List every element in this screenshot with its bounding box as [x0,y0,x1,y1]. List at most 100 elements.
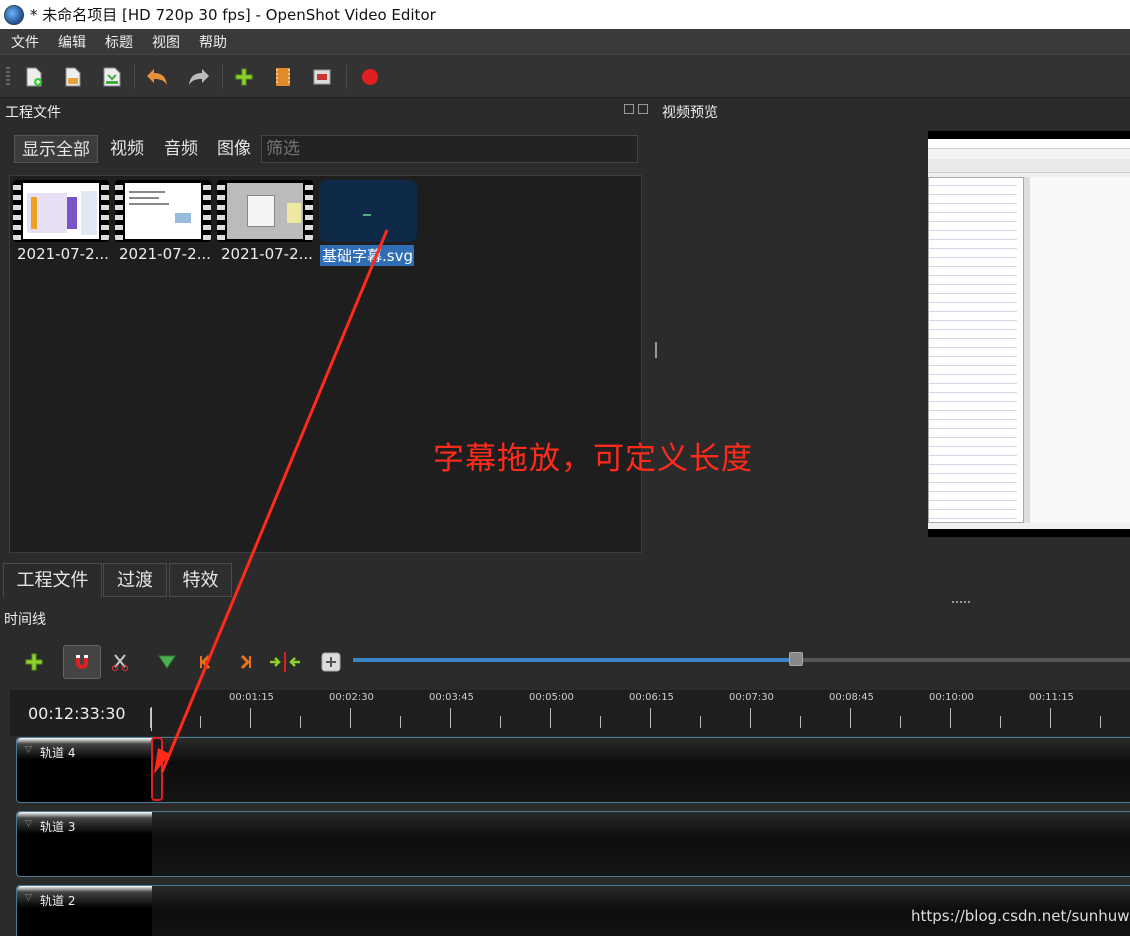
playhead-line[interactable] [151,707,152,731]
ruler-tick-label: 00:11:15 [1029,692,1074,703]
timeline-title: 时间线 [4,612,46,628]
main-toolbar [0,54,1130,98]
track-collapse-icon[interactable]: ▽ [25,819,32,829]
ruler-tick [600,716,601,728]
current-time-display: 00:12:33:30 [28,704,126,723]
ruler-tick [700,716,701,728]
menu-title[interactable]: 标题 [94,32,141,52]
new-project-icon[interactable] [21,64,47,90]
toolbar-separator [222,65,223,89]
zoom-slider-handle[interactable] [789,652,803,666]
title-bar: * 未命名项目 [HD 720p 30 fps] - OpenShot Vide… [0,0,1130,29]
save-project-icon[interactable] [99,64,125,90]
ruler-tick [400,716,401,728]
center-playhead-icon[interactable] [268,647,302,677]
openshot-logo-icon [4,4,24,25]
ruler-tick [1100,716,1101,728]
ruler-tick [800,716,801,728]
menu-bar: 文件 编辑 标题 视图 帮助 [0,29,1130,54]
project-files-panel: 2021-07-2... 2021-07-2... 2021-07-2... 基… [9,175,657,553]
menu-edit[interactable]: 编辑 [47,32,94,52]
track-header[interactable] [17,886,152,936]
track-row[interactable]: ▽ 轨道 3 [16,811,1130,877]
track-header[interactable] [17,812,152,876]
track-name: 轨道 4 [40,746,76,760]
choose-profile-icon[interactable] [270,64,296,90]
ruler-tick [650,708,651,728]
dock-close-icon[interactable] [638,104,648,114]
dock-splitter-handle[interactable] [655,342,657,358]
openshot-window: * 未命名项目 [HD 720p 30 fps] - OpenShot Vide… [0,0,1130,936]
undo-icon[interactable] [144,64,170,90]
ruler-tick-label: 00:05:00 [529,692,574,703]
export-video-icon[interactable] [357,64,383,90]
fullscreen-icon[interactable] [309,64,335,90]
ruler-tick [200,716,201,728]
redo-icon[interactable] [186,64,212,90]
filter-video-button[interactable]: 视频 [110,135,144,163]
add-track-icon[interactable] [19,647,49,677]
previous-marker-icon[interactable] [191,647,221,677]
menu-view[interactable]: 视图 [141,32,188,52]
toolbar-separator [346,65,347,89]
tab-effects[interactable]: 特效 [169,563,232,597]
toolbar-separator [134,65,135,89]
ruler-tick-label: 00:08:45 [829,692,874,703]
razor-cut-icon[interactable] [105,647,135,677]
file-thumbnail[interactable] [115,180,211,242]
track-header[interactable] [17,738,152,802]
video-preview-title: 视频预览 [662,105,718,121]
track-collapse-icon[interactable]: ▽ [25,893,32,903]
next-marker-icon[interactable] [230,647,260,677]
ruler-tick [300,716,301,728]
file-name: 2021-07-2... [17,245,109,263]
dropped-clip-outline[interactable] [151,737,163,801]
dock-float-icon[interactable] [624,104,634,114]
ruler-tick [450,708,451,728]
filter-audio-button[interactable]: 音频 [164,135,198,163]
add-marker-icon[interactable] [152,647,182,677]
snapping-magnet-icon[interactable] [63,645,101,679]
watermark-text: https://blog.csdn.net/sunhuwh [911,907,1130,925]
ruler-tick [500,716,501,728]
project-files-title: 工程文件 [5,105,61,121]
filter-show-all-button[interactable]: 显示全部 [14,135,98,163]
ruler-tick-label: 00:01:15 [229,692,274,703]
file-name: 2021-07-2... [119,245,211,263]
zoom-slider-fill [353,658,796,662]
menu-file[interactable]: 文件 [0,32,47,52]
ruler-tick [150,708,151,728]
open-project-icon[interactable] [60,64,86,90]
track-name: 轨道 2 [40,894,76,908]
ruler-tick-label: 00:06:15 [629,692,674,703]
ruler-tick [1050,708,1051,728]
zoom-in-icon[interactable] [316,647,346,677]
annotation-text: 字幕拖放，可定义长度 [433,441,753,477]
filter-search-input[interactable] [261,135,638,163]
ruler-tick [900,716,901,728]
ruler-tick [1000,716,1001,728]
video-preview-canvas[interactable] [928,131,1130,537]
ruler-tick [550,708,551,728]
track-collapse-icon[interactable]: ▽ [25,745,32,755]
tab-project-files[interactable]: 工程文件 [3,563,102,597]
ruler-tick [950,708,951,728]
toolbar-grip[interactable] [6,67,10,87]
window-title: * 未命名项目 [HD 720p 30 fps] - OpenShot Vide… [30,6,436,24]
track-row[interactable]: ▽ 轨道 4 [16,737,1130,803]
preview-frame [928,139,1130,529]
tab-transitions[interactable]: 过渡 [103,563,167,597]
file-name: 2021-07-2... [221,245,313,263]
file-thumbnail[interactable] [217,180,313,242]
filter-image-button[interactable]: 图像 [217,135,251,163]
ruler-tick-label: 00:07:30 [729,692,774,703]
file-thumbnail[interactable] [13,180,109,242]
ruler-tick-label: 00:03:45 [429,692,474,703]
ruler-tick [850,708,851,728]
menu-help[interactable]: 帮助 [188,32,235,52]
import-files-icon[interactable] [231,64,257,90]
file-thumbnail-selected[interactable] [319,180,417,242]
dock-splitter-handle[interactable] [952,601,970,603]
ruler-tick-label: 00:02:30 [329,692,374,703]
ruler-tick [350,708,351,728]
